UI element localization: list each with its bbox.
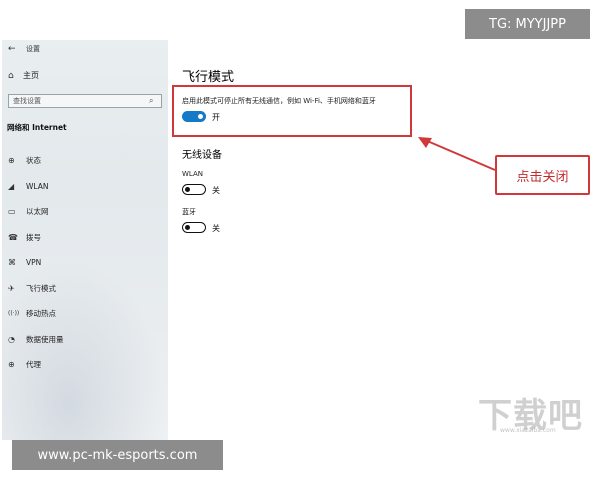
sidebar-item-vpn[interactable]: ⌘ VPN: [8, 250, 164, 276]
search-input[interactable]: 查找设置 ⌕: [8, 94, 162, 108]
back-arrow-icon[interactable]: ←: [8, 44, 26, 54]
dialup-icon: ☎: [8, 232, 18, 242]
sidebar-nav: ⊕ 状态 ◢ WLAN ▭ 以太网 ☎ 拨号 ⌘ VPN ✈ 飞行模式 ((·)…: [8, 148, 164, 378]
sidebar-item-status[interactable]: ⊕ 状态: [8, 148, 164, 174]
hotspot-icon: ((·)): [8, 310, 20, 318]
section-title: 网络和 Internet: [7, 123, 67, 132]
site-overlay-label: www.pc-mk-esports.com: [12, 440, 223, 470]
sidebar-item-proxy[interactable]: ⊕ 代理: [8, 352, 164, 378]
wlan-toggle-label: 关: [212, 186, 220, 195]
sidebar-item-dialup[interactable]: ☎ 拨号: [8, 225, 164, 251]
globe-icon: ⊕: [8, 156, 15, 166]
sidebar-item-label: 数据使用量: [26, 334, 64, 344]
ethernet-icon: ▭: [8, 207, 16, 217]
search-icon[interactable]: ⌕: [149, 96, 161, 106]
sidebar: ← 设置 ⌂ 主页 查找设置 ⌕ 网络和 Internet ⊕ 状态 ◢ WLA…: [2, 40, 168, 440]
sidebar-item-ethernet[interactable]: ▭ 以太网: [8, 199, 164, 225]
search-placeholder: 查找设置: [13, 97, 41, 105]
bluetooth-toggle-label: 关: [212, 224, 220, 233]
proxy-icon: ⊕: [8, 360, 15, 370]
window-title: 设置: [26, 45, 40, 53]
watermark-url: www.xiazaiba.com: [500, 427, 556, 434]
title-bar: ← 设置: [8, 42, 40, 56]
sidebar-item-label: 以太网: [26, 207, 49, 217]
sidebar-item-home[interactable]: ⌂ 主页: [8, 70, 39, 81]
sidebar-item-label: WLAN: [26, 181, 49, 191]
home-icon: ⌂: [8, 70, 14, 81]
wireless-devices-heading: 无线设备: [182, 150, 222, 161]
sidebar-item-airplane-mode[interactable]: ✈ 飞行模式: [8, 276, 164, 302]
highlight-box: [172, 85, 412, 137]
wlan-toggle[interactable]: [182, 184, 206, 195]
sidebar-item-hotspot[interactable]: ((·)) 移动热点: [8, 301, 164, 327]
airplane-icon: ✈: [8, 283, 15, 293]
sidebar-item-data-usage[interactable]: ◔ 数据使用量: [8, 327, 164, 353]
sidebar-item-label: 飞行模式: [26, 283, 56, 293]
home-label: 主页: [23, 71, 39, 80]
sidebar-item-label: 状态: [26, 156, 41, 166]
sidebar-item-label: 移动热点: [26, 309, 56, 319]
sidebar-item-label: 代理: [26, 360, 41, 370]
data-usage-icon: ◔: [8, 334, 15, 344]
bluetooth-label: 蓝牙: [182, 208, 196, 216]
toggle-knob: [185, 224, 190, 230]
wlan-label: WLAN: [182, 170, 204, 178]
bluetooth-toggle[interactable]: [182, 222, 206, 233]
tg-overlay-label: TG: MYYJJPP: [465, 9, 590, 39]
toggle-knob: [185, 186, 190, 192]
callout-label: 点击关闭: [495, 155, 590, 195]
wifi-icon: ◢: [8, 181, 15, 191]
page-title: 飞行模式: [182, 70, 235, 85]
sidebar-item-label: VPN: [26, 258, 42, 268]
sidebar-item-label: 拨号: [26, 232, 41, 242]
sidebar-item-wlan[interactable]: ◢ WLAN: [8, 174, 164, 200]
vpn-icon: ⌘: [8, 258, 16, 268]
